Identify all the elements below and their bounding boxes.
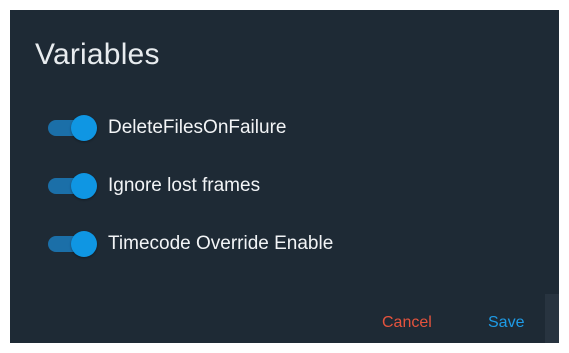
delete-files-on-failure-toggle[interactable] [48, 115, 98, 141]
toggle-thumb-icon [71, 115, 97, 141]
cancel-button[interactable]: Cancel [382, 303, 432, 343]
option-ignore-lost-frames[interactable]: Ignore lost frames [48, 171, 260, 201]
save-button[interactable]: Save [488, 303, 524, 343]
option-timecode-override-enable[interactable]: Timecode Override Enable [48, 229, 333, 259]
toggle-thumb-icon [71, 173, 97, 199]
timecode-override-enable-toggle[interactable] [48, 231, 98, 257]
option-delete-files-on-failure[interactable]: DeleteFilesOnFailure [48, 113, 286, 143]
variables-dialog: Variables DeleteFilesOnFailure Ignore lo… [10, 10, 559, 343]
scrollbar-edge [545, 294, 559, 343]
option-label: Timecode Override Enable [108, 233, 334, 254]
dialog-title: Variables [35, 38, 160, 71]
option-label: DeleteFilesOnFailure [108, 117, 287, 138]
toggle-thumb-icon [71, 231, 97, 257]
option-label: Ignore lost frames [108, 175, 261, 196]
dialog-actions: Cancel Save [10, 303, 559, 343]
ignore-lost-frames-toggle[interactable] [48, 173, 98, 199]
